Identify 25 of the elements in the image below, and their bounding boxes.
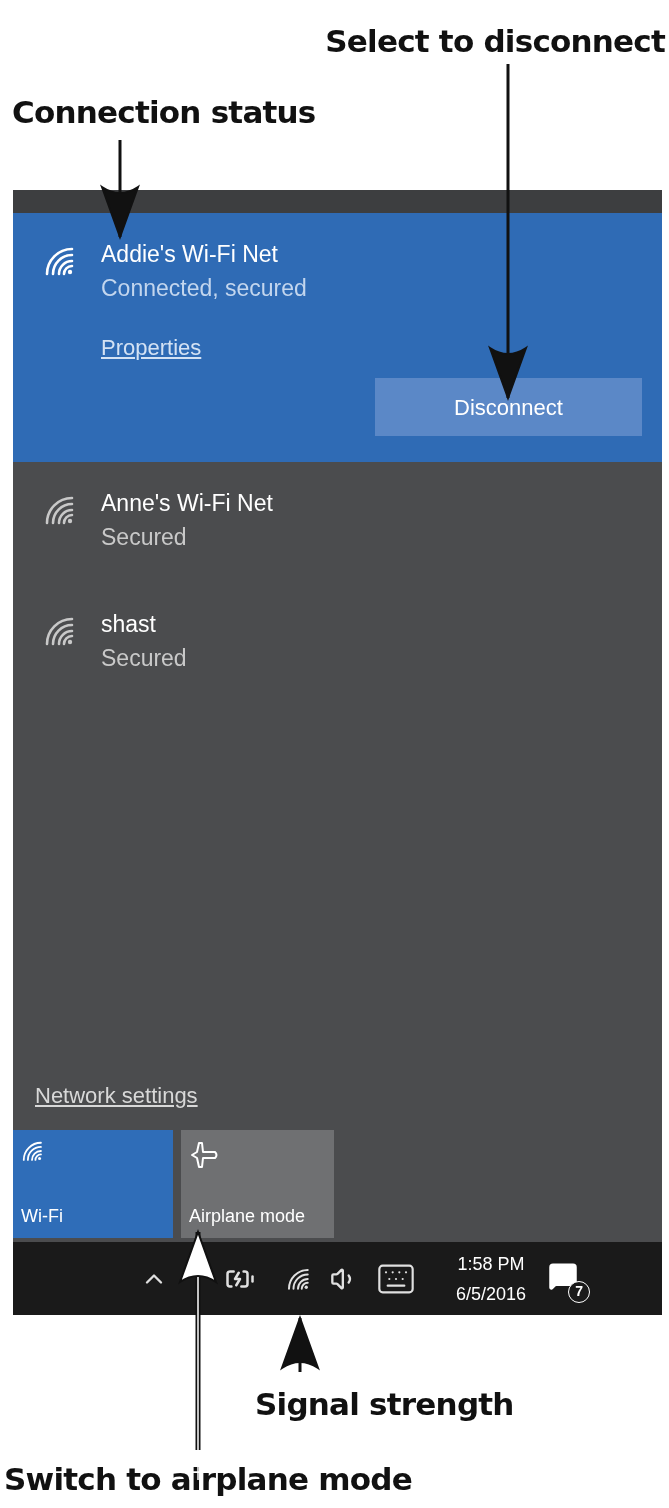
disconnect-button[interactable]: Disconnect bbox=[375, 378, 642, 436]
callout-label: Select to disconnect bbox=[325, 22, 665, 61]
clock[interactable]: 1:58 PM 6/5/2016 bbox=[456, 1248, 527, 1309]
network-name: shast bbox=[101, 610, 157, 639]
network-settings-link[interactable]: Network settings bbox=[35, 1083, 198, 1108]
airplane-icon bbox=[189, 1140, 219, 1170]
callout-label: Signal strength bbox=[255, 1386, 514, 1422]
wifi-icon bbox=[21, 1140, 43, 1162]
network-status: Secured bbox=[101, 644, 187, 673]
network-status: Connected, secured bbox=[101, 274, 307, 303]
callout-arrow bbox=[281, 1317, 319, 1372]
callout-label: Switch to airplane mode bbox=[4, 1460, 412, 1497]
network-item[interactable]: Addie's Wi-Fi Net Connected, secured Properties Disconnect bbox=[13, 213, 662, 462]
network-name: Anne's Wi-Fi Net bbox=[101, 489, 273, 518]
callout-label: Connection status bbox=[12, 93, 316, 130]
quick-action-tile[interactable]: Airplane mode bbox=[181, 1130, 334, 1238]
wifi-icon[interactable] bbox=[286, 1266, 310, 1291]
wifi-icon bbox=[43, 245, 75, 277]
properties-link[interactable]: Properties bbox=[101, 335, 202, 360]
notification-badge: 7 bbox=[568, 1280, 591, 1303]
wifi-icon bbox=[43, 494, 75, 526]
quick-action-tile[interactable]: Wi-Fi bbox=[13, 1130, 173, 1238]
network-status: Secured bbox=[101, 523, 188, 552]
network-name: Addie's Wi-Fi Net bbox=[101, 240, 279, 269]
wifi-icon bbox=[43, 615, 75, 647]
